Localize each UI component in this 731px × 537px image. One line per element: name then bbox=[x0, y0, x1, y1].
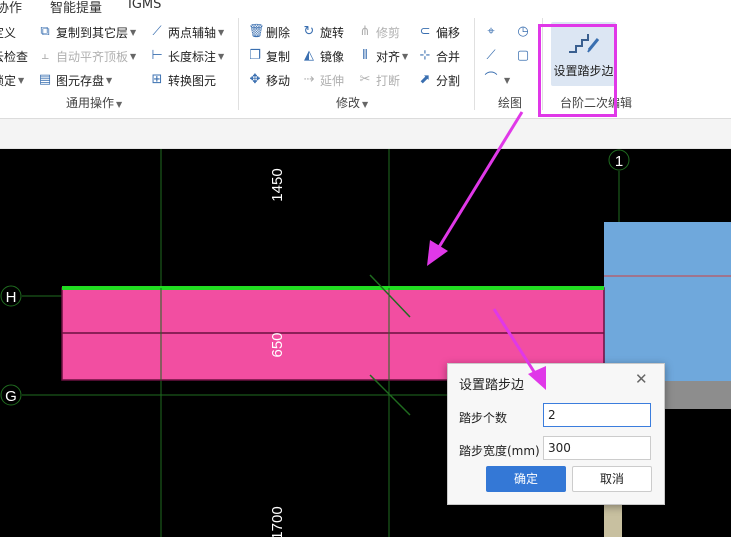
group-general-label: 通用操作 ▼ bbox=[66, 96, 123, 110]
copy-button[interactable]: ❐ 复制 bbox=[248, 46, 290, 66]
move-icon: ✥ bbox=[249, 72, 261, 87]
draw-rect-button[interactable]: ▢ bbox=[516, 46, 534, 66]
blue-block bbox=[604, 222, 731, 382]
trash-icon: 🗑 bbox=[248, 24, 265, 39]
draw-point-button[interactable]: ⌖ bbox=[484, 22, 502, 42]
split-icon: ⬈ bbox=[419, 72, 431, 87]
merge-icon: ⊹ bbox=[419, 48, 431, 63]
copy-icon: ❐ bbox=[249, 48, 261, 63]
define-button[interactable]: 定义 bbox=[0, 22, 16, 42]
clock-circle-icon: ◷ bbox=[517, 24, 529, 39]
dimension-icon: ⊢ bbox=[151, 48, 163, 63]
extend-icon: ⇢ bbox=[303, 72, 315, 87]
mirror-button[interactable]: ◭ 镜像 bbox=[302, 46, 344, 66]
axis-g-label: G bbox=[5, 388, 17, 405]
line-icon: ⟋ bbox=[486, 48, 496, 63]
group-draw-label: 绘图 bbox=[498, 96, 523, 110]
rotate-button[interactable]: ↻ 旋转 bbox=[302, 22, 344, 42]
convert-element-button[interactable]: ⊞ 转换图元 bbox=[150, 70, 216, 90]
offset-icon: ⊂ bbox=[419, 24, 431, 39]
align-icon: ⫴ bbox=[362, 48, 368, 63]
draw-circle-button[interactable]: ◷ bbox=[516, 22, 534, 42]
crosshair-icon: ⌖ bbox=[487, 24, 495, 39]
trim-button[interactable]: ⋔ 修剪 bbox=[358, 22, 400, 42]
step-count-input[interactable] bbox=[543, 403, 651, 427]
ribbon-separator bbox=[238, 18, 239, 110]
step-width-input[interactable] bbox=[543, 436, 651, 460]
convert-icon: ⊞ bbox=[151, 72, 163, 87]
menu-smart-quantity[interactable]: 智能提量 bbox=[50, 0, 102, 14]
menu-igms[interactable]: IGMS bbox=[128, 0, 161, 12]
merge-button[interactable]: ⊹ 合并 bbox=[418, 46, 460, 66]
auto-align-slab-button[interactable]: ⫠ 自动平齐顶板 ▼ bbox=[38, 46, 136, 66]
copy-layer-icon: ⧉ bbox=[40, 24, 50, 39]
cancel-button[interactable]: 取消 bbox=[572, 466, 652, 492]
rotate-icon: ↻ bbox=[303, 24, 315, 39]
close-icon[interactable]: ✕ bbox=[635, 370, 648, 388]
dimension-top: 1450 bbox=[269, 168, 286, 201]
align-top-icon: ⫠ bbox=[41, 48, 49, 63]
two-point-axis-button[interactable]: ⟋ 两点辅轴 ▼ bbox=[150, 22, 224, 42]
highlight-box bbox=[538, 24, 617, 117]
split-button[interactable]: ⬈ 分割 bbox=[418, 70, 460, 90]
menu-bar: 协作 智能提量 IGMS bbox=[0, 0, 731, 14]
draw-line-button[interactable]: ⟋ bbox=[484, 46, 502, 66]
trim-icon: ⋔ bbox=[359, 24, 371, 39]
draw-arc-button[interactable]: ⌒ ▼ bbox=[484, 70, 510, 90]
break-icon: ✂ bbox=[359, 72, 371, 87]
set-step-dialog: 设置踏步边 ✕ 踏步个数 踏步宽度(mm) 确定 取消 bbox=[447, 363, 665, 505]
extend-button[interactable]: ⇢ 延伸 bbox=[302, 70, 344, 90]
ok-button[interactable]: 确定 bbox=[486, 466, 566, 492]
step-width-label: 踏步宽度(mm) bbox=[459, 444, 540, 458]
ribbon-separator bbox=[474, 18, 475, 110]
offset-button[interactable]: ⊂ 偏移 bbox=[418, 22, 460, 42]
copy-to-floor-button[interactable]: ⧉ 复制到其它层 ▼ bbox=[38, 22, 136, 42]
mirror-icon: ◭ bbox=[304, 48, 314, 63]
dimension-mid: 650 bbox=[269, 332, 286, 357]
axis-h-label: H bbox=[6, 289, 17, 306]
break-button[interactable]: ✂ 打断 bbox=[358, 70, 400, 90]
axis-1-label: 1 bbox=[615, 153, 623, 170]
length-dim-button[interactable]: ⊢ 长度标注 ▼ bbox=[150, 46, 224, 66]
rounded-rect-icon: ▢ bbox=[516, 48, 530, 63]
step-count-label: 踏步个数 bbox=[459, 411, 508, 425]
cloud-check-button[interactable]: 云检查 bbox=[0, 46, 28, 66]
dimension-bottom: 1700 bbox=[269, 506, 286, 537]
delete-button[interactable]: 🗑 删除 bbox=[248, 22, 290, 42]
align-button[interactable]: ⫴ 对齐 ▼ bbox=[358, 46, 408, 66]
ribbon: 定义 云检查 锁定▼ ⧉复制到其它层▼ ⫠自动平齐顶板▼ ▤图元存盘▼ ⟋两点辅… bbox=[0, 14, 731, 119]
move-button[interactable]: ✥ 移动 bbox=[248, 70, 290, 90]
lock-button[interactable]: 锁定▼ bbox=[0, 70, 24, 90]
save-element-button[interactable]: ▤ 图元存盘 ▼ bbox=[38, 70, 112, 90]
save-element-icon: ▤ bbox=[38, 72, 52, 87]
menu-collab[interactable]: 协作 bbox=[0, 0, 22, 14]
column-block bbox=[604, 504, 622, 537]
secondary-toolbar bbox=[0, 119, 731, 149]
arc-icon: ⌒ bbox=[484, 72, 498, 87]
dialog-title: 设置踏步边 bbox=[459, 378, 525, 393]
axis-icon: ⟋ bbox=[152, 24, 162, 39]
group-modify-label: 修改 ▼ bbox=[336, 96, 369, 110]
